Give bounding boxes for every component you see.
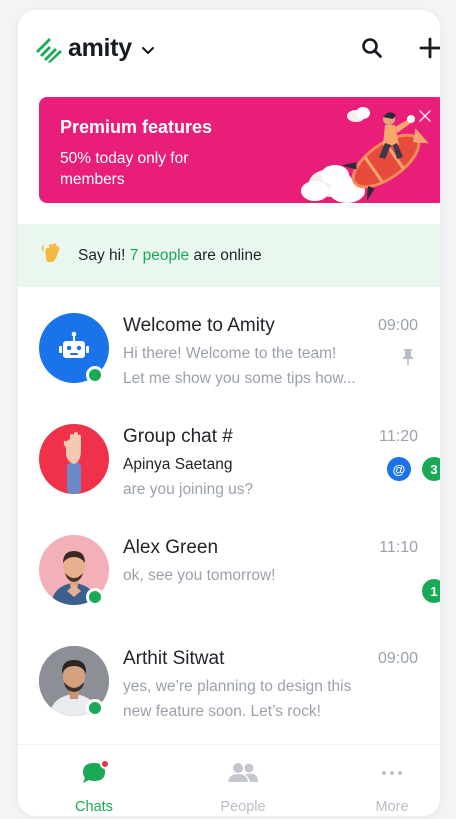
chat-item[interactable]: Arthit Sitwat 09:00 yes, we’re planning … <box>18 646 440 754</box>
tab-label: People <box>220 799 266 815</box>
chevron-down-icon <box>141 47 154 54</box>
chat-time: 09:00 <box>377 317 418 334</box>
online-indicator <box>86 588 104 606</box>
chat-item[interactable]: Welcome to Amity 09:00 Hi there! Welcome… <box>18 313 440 421</box>
online-count-link[interactable]: 7 people <box>130 247 189 264</box>
people-icon <box>193 757 293 789</box>
chat-time: 11:10 <box>379 539 418 556</box>
mention-badge: @ <box>387 457 411 481</box>
search-icon <box>362 38 382 58</box>
chat-time: 09:00 <box>377 650 418 667</box>
chat-preview: ok, see you tomorrow! <box>123 567 276 584</box>
raised-hand-photo <box>63 432 81 494</box>
app-header: amity <box>18 10 440 82</box>
bottom-tab-bar: Chats People More <box>18 744 440 816</box>
chat-title: Alex Green <box>123 537 219 558</box>
plus-icon <box>419 37 440 59</box>
workspace-switcher[interactable]: amity <box>34 34 156 63</box>
online-indicator <box>86 699 104 717</box>
online-prefix: Say hi! <box>78 246 126 264</box>
tab-label: More <box>375 799 409 815</box>
unread-badge: 1 <box>422 579 440 603</box>
tab-more[interactable]: More <box>342 757 440 815</box>
chat-title: Welcome to Amity <box>123 315 275 336</box>
chat-item[interactable]: Group chat # 11:20 Apinya Saetang are yo… <box>18 424 440 532</box>
app-screen: amity Premium features 50% today only fo… <box>18 10 440 816</box>
amity-logo-icon <box>36 37 62 63</box>
chat-title: Arthit Sitwat <box>123 648 225 669</box>
unread-badge: 3 <box>422 457 440 481</box>
banner-title: Premium features <box>60 117 213 137</box>
online-indicator <box>86 366 104 384</box>
online-suffix: are online <box>193 246 262 264</box>
chat-preview: new feature soon. Let’s rock! <box>123 703 321 720</box>
search-button[interactable] <box>356 32 388 64</box>
pin-icon <box>402 349 414 365</box>
more-dots-icon <box>342 757 440 789</box>
chat-title: Group chat # <box>123 426 233 447</box>
online-people-strip[interactable]: Say hi! 7 people are online <box>18 224 440 287</box>
new-chat-button[interactable] <box>414 32 440 64</box>
premium-banner[interactable]: Premium features 50% today only for memb… <box>39 97 440 203</box>
chat-preview: are you joining us? <box>123 481 254 498</box>
tab-label: Chats <box>75 799 113 815</box>
chat-time: 11:20 <box>379 428 418 445</box>
tab-chats[interactable]: Chats <box>44 757 144 815</box>
chat-preview: yes, we’re planning to design this <box>123 678 352 695</box>
chat-preview: Let me show you some tips how... <box>123 370 356 387</box>
banner-text: 50% today only for members <box>60 150 189 188</box>
online-status-text: Say hi! 7 people are online <box>78 247 262 265</box>
chat-preview: Hi there! Welcome to the team! <box>123 345 337 362</box>
tab-people[interactable]: People <box>193 757 293 815</box>
close-icon[interactable] <box>418 109 432 123</box>
chat-sender: Apinya Saetang <box>123 456 233 473</box>
waving-hand-icon <box>40 241 66 271</box>
chat-item[interactable]: Alex Green 11:10 ok, see you tomorrow! 1 <box>18 535 440 643</box>
brand-name: amity <box>68 34 132 62</box>
chat-bubble-icon <box>44 757 144 789</box>
notification-dot <box>100 759 110 769</box>
avatar <box>39 424 109 494</box>
